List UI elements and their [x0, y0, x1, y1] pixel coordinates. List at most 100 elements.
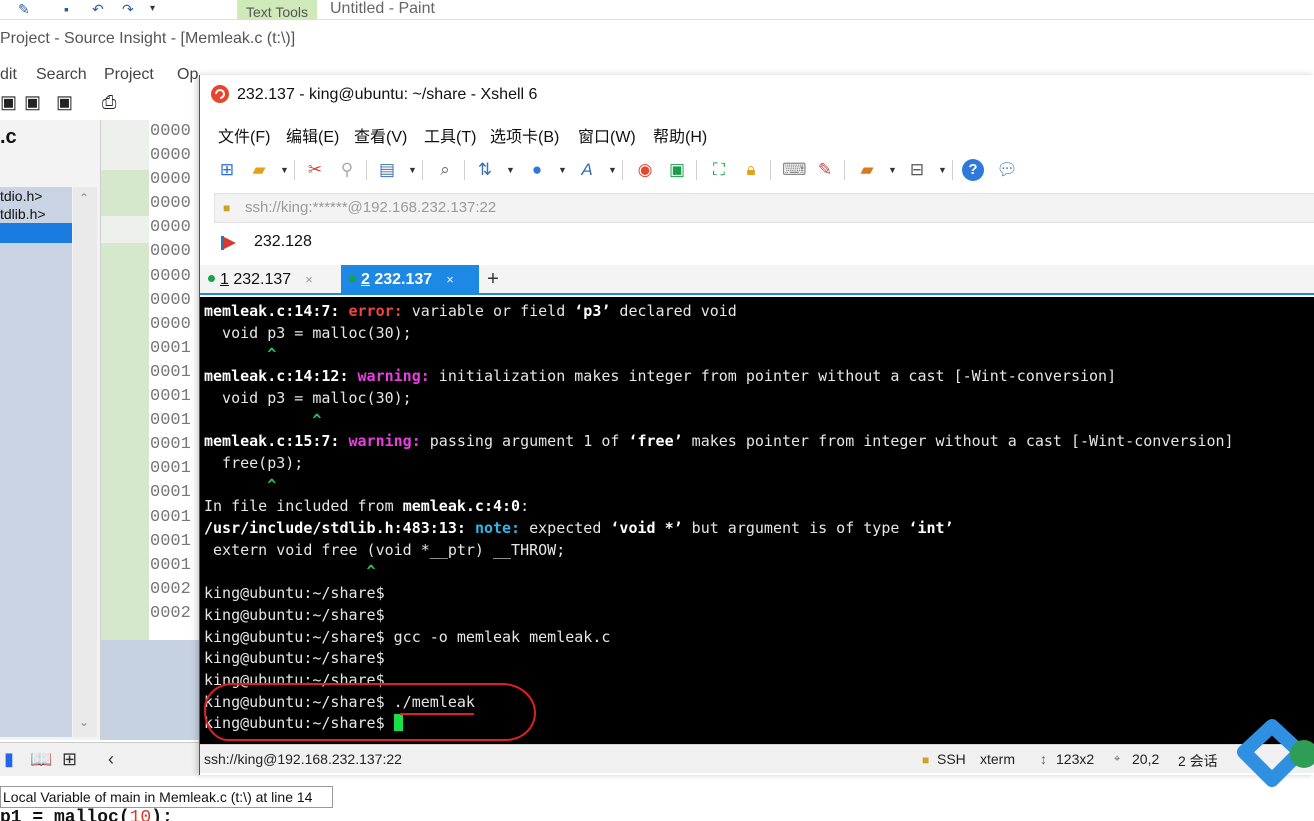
line-number: 0000	[150, 266, 191, 286]
add-session-icon[interactable]: ▰	[856, 159, 878, 181]
highlight-icon[interactable]: ✎	[814, 159, 836, 181]
text-tools-tab[interactable]: Text Tools	[237, 0, 317, 20]
line-number: 0000	[150, 194, 191, 214]
dropdown-icon[interactable]: ▼	[888, 165, 897, 175]
quick-access-dropdown-icon[interactable]: ▾	[150, 0, 155, 20]
source-insight-bottom-toolbar: ▮ 📖 ⊞ ‹	[0, 742, 200, 776]
line-number: 0001	[150, 531, 191, 551]
list-item[interactable]: tdio.h>	[0, 187, 72, 205]
tab-label: 232.137	[228, 271, 292, 288]
menu-help[interactable]: 帮助(H)	[653, 123, 707, 147]
code-number: 10	[129, 808, 152, 821]
chevron-left-icon[interactable]: ‹	[108, 749, 114, 770]
symbol-list-scrollbar[interactable]: ⌃ ⌄	[73, 187, 97, 737]
line-number: 0000	[150, 122, 191, 141]
session-label[interactable]: 232.128	[254, 233, 312, 251]
status-address: ssh://king@192.168.232.137:22	[204, 751, 402, 767]
red-annotation-circle	[204, 683, 536, 741]
terminal-line: In file included from memleak.c:4:0:	[204, 497, 530, 516]
line-number: 0001	[150, 483, 191, 503]
disconnect-icon[interactable]: ✂	[304, 159, 326, 181]
menu-view[interactable]: 查看(V)	[354, 123, 407, 147]
session-flag-icon[interactable]	[220, 235, 238, 251]
chat-icon[interactable]: 💬︎	[996, 159, 1018, 181]
lock-icon: ■	[922, 753, 930, 767]
menu-tabs[interactable]: 选项卡(B)	[490, 123, 559, 147]
terminal-line: /usr/include/stdlib.h:483:13: note: expe…	[204, 519, 954, 537]
layout-icon[interactable]: ⊟	[906, 159, 928, 181]
open-folder-icon[interactable]: ▰	[248, 159, 270, 181]
dropdown-icon[interactable]: ▼	[608, 165, 617, 175]
scroll-down-icon[interactable]: ⌄	[79, 715, 89, 729]
keyboard-icon[interactable]: ⌨	[782, 159, 807, 181]
tree-icon[interactable]: ⊞	[62, 749, 77, 770]
dropdown-icon[interactable]: ▼	[506, 165, 515, 175]
find-icon[interactable]: ⌕	[434, 159, 456, 181]
line-number: 0001	[150, 507, 191, 527]
menu-tools[interactable]: 工具(T)	[424, 123, 476, 147]
redo-icon[interactable]: ↷	[122, 0, 134, 20]
fullscreen-icon[interactable]: ⛶	[708, 159, 730, 181]
xftp-icon[interactable]: ▣	[666, 159, 688, 181]
transfer-icon[interactable]: ⇅	[474, 159, 496, 181]
new-session-icon[interactable]: ⊞	[216, 159, 238, 181]
connected-dot-icon	[349, 275, 356, 282]
toolbar-separator	[622, 160, 623, 180]
globe-icon[interactable]: ●	[526, 159, 548, 181]
close-icon[interactable]: ×	[305, 272, 313, 287]
line-number: 0000	[150, 218, 191, 238]
menu-search[interactable]: Search	[36, 66, 87, 84]
line-number: 0001	[150, 411, 191, 431]
dropdown-icon[interactable]: ▼	[938, 165, 947, 175]
xshell-icon[interactable]: ◉	[634, 159, 656, 181]
line-number: 0000	[150, 290, 191, 310]
list-item-selected[interactable]	[0, 223, 72, 243]
address-text[interactable]: ssh://king:******@192.168.232.137:22	[245, 199, 496, 216]
source-insight-status: Local Variable of main in Memleak.c (t:\…	[0, 786, 333, 808]
terminal-caret-line: ^	[204, 562, 376, 581]
address-bar[interactable]: ■ ssh://king:******@192.168.232.137:22	[214, 193, 1314, 223]
dropdown-icon[interactable]: ▼	[280, 165, 289, 175]
terminal-caret-line: ^	[204, 475, 277, 494]
menu-edit[interactable]: dit	[0, 66, 17, 84]
close-icon[interactable]: ×	[446, 272, 454, 287]
save-icon[interactable]: ▪	[64, 0, 69, 20]
book-icon[interactable]: 📖	[30, 749, 52, 770]
xshell-window-title: 232.137 - king@ubuntu: ~/share - Xshell …	[237, 86, 538, 103]
properties-icon[interactable]: ▤	[376, 159, 398, 181]
tab-session-1[interactable]: 1 232.137 ×	[200, 265, 338, 295]
scroll-up-icon[interactable]: ⌃	[79, 191, 89, 205]
line-number: 0000	[150, 146, 191, 166]
add-tab-button[interactable]: +	[482, 265, 504, 293]
save-as-icon[interactable]: ▣	[56, 92, 73, 113]
save-all-icon[interactable]: ▣	[24, 92, 41, 113]
menu-edit[interactable]: 编辑(E)	[286, 123, 339, 147]
dropdown-icon[interactable]: ▼	[408, 165, 417, 175]
toolbar-separator	[422, 160, 423, 180]
menu-file[interactable]: 文件(F)	[218, 123, 270, 147]
help-icon[interactable]: ?	[962, 159, 984, 181]
line-number: 0001	[150, 387, 191, 407]
save-icon[interactable]: ▣	[0, 92, 17, 113]
font-icon[interactable]: A	[576, 159, 598, 181]
menu-options[interactable]: Op	[177, 66, 198, 84]
chart-icon[interactable]: ▮	[4, 749, 14, 770]
menu-window[interactable]: 窗口(W)	[578, 123, 636, 147]
terminal[interactable]: memleak.c:14:7: error: variable or field…	[200, 297, 1314, 744]
dropdown-icon[interactable]: ▼	[558, 165, 567, 175]
reconnect-icon[interactable]: ⚲	[336, 159, 358, 181]
print-icon[interactable]: ⎙	[102, 92, 116, 113]
terminal-line: memleak.c:14:12: warning: initialization…	[204, 367, 1117, 386]
menu-project[interactable]: Project	[104, 66, 154, 84]
tab-session-2[interactable]: 2 232.137 ×	[341, 265, 479, 295]
paint-app-icon[interactable]: ✎	[18, 0, 30, 20]
list-item[interactable]: tdlib.h>	[0, 205, 72, 223]
terminal-line: free(p3);	[204, 453, 304, 472]
toolbar-separator	[464, 160, 465, 180]
status-position: 20,2	[1132, 751, 1160, 767]
lock-icon[interactable]: 🔒︎	[740, 159, 762, 181]
code-text: p1 = malloc(	[0, 808, 130, 821]
tab-number: 2	[361, 271, 370, 288]
tab-label: 232.137	[369, 271, 433, 288]
undo-icon[interactable]: ↶	[92, 0, 104, 20]
